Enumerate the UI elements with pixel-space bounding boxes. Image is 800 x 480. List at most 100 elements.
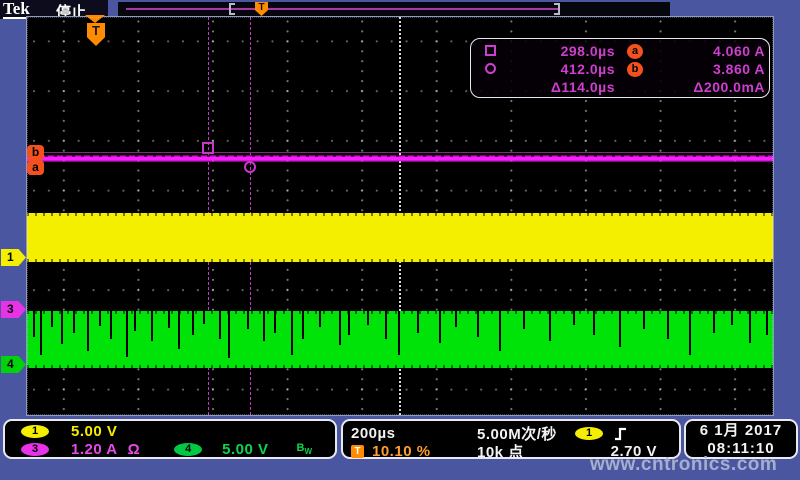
date-label: 6 1月 2017 (690, 422, 792, 440)
ch4-dropout-spike (643, 311, 645, 329)
ch4-dropout-spike (385, 311, 387, 339)
cursor-b-badge: b (627, 62, 643, 77)
cursor-readout-row-a: 298.0µs a 4.060 A (485, 42, 759, 60)
cursor-delta-time: Δ114.0µs (511, 79, 615, 95)
ch4-dropout-spike (477, 311, 479, 337)
ch4-dropout-spike (417, 311, 419, 333)
ch4-dropout-spike (667, 311, 669, 339)
record-length: 10k 点 (477, 441, 575, 462)
ch4-dropout-spike (302, 311, 304, 339)
ch4-dropout-spike (749, 311, 751, 343)
ch3-badge[interactable]: 3 (21, 443, 49, 456)
timebase-row: 200µs 5.00M次/秒 1 (351, 423, 671, 440)
trigger-position: 10.10 % (372, 443, 431, 460)
cursor-readout-row-delta: Δ114.0µs Δ200.0mA (485, 78, 759, 96)
ch1-zero-marker[interactable]: 1 (1, 249, 26, 266)
ch4-scale: 5.00 V (222, 441, 268, 458)
graticule: T b a 298.0µs a 4.060 A 412.0µs b 3.860 … (27, 17, 773, 415)
trigger-position-flag-icon[interactable]: T (87, 23, 105, 46)
ch3-trace-envelope (27, 152, 773, 153)
ch4-dropout-spike (274, 311, 276, 333)
ch1-scale-row: 1 5.00 V (13, 423, 327, 440)
record-view-bar: T (118, 2, 670, 16)
ch3-ch4-scale-row: 3 1.20 A Ω 4 5.00 V BW (13, 441, 327, 458)
cursor-b-time: 412.0µs (511, 61, 615, 77)
ch4-dropout-spike (549, 311, 551, 341)
ch1-waveform-band (27, 213, 773, 262)
datetime-box: 6 1月 2017 08:11:10 (684, 419, 798, 459)
cursor-a-value: 4.060 A (651, 43, 765, 59)
ch4-dropout-spike (398, 311, 400, 355)
ch4-dropout-spike (339, 311, 341, 345)
ch1-scale: 5.00 V (71, 423, 117, 440)
channel-scale-box: 1 5.00 V 3 1.20 A Ω 4 5.00 V BW (3, 419, 337, 459)
ch3-scale: 1.20 A (71, 441, 118, 458)
trigger-flag-record-icon: T (255, 2, 268, 16)
square-cursor-icon (485, 45, 496, 56)
cursor-a-square-marker-icon (202, 142, 214, 154)
ch4-dropout-spike (51, 311, 53, 327)
ch4-dropout-spike (192, 311, 194, 335)
cursor-readout-row-b: 412.0µs b 3.860 A (485, 60, 759, 78)
window-bracket-right (554, 3, 560, 15)
ch4-dropout-spike (73, 311, 75, 333)
ch4-dropout-spike (766, 311, 768, 335)
ch3-current-trace (27, 155, 773, 162)
ch4-dropout-spike (263, 311, 265, 341)
ch4-dropout-spike (499, 311, 501, 351)
ch4-dropout-spike (455, 311, 457, 327)
ch4-dropout-spike (168, 311, 170, 328)
cursor-delta-value: Δ200.0mA (651, 79, 765, 95)
trigger-position-icon: T (351, 445, 364, 458)
ch4-dropout-spike (713, 311, 715, 333)
ch4-dropout-spike (219, 311, 221, 339)
cursor-readout-panel: 298.0µs a 4.060 A 412.0µs b 3.860 A Δ114… (470, 38, 770, 98)
ch4-dropout-spike (110, 311, 112, 339)
ch4-dropout-spike (33, 311, 35, 337)
ch4-dropout-spike (439, 311, 441, 343)
cursor-b-value: 3.860 A (651, 61, 765, 77)
watermark: www.cntronics.com (590, 454, 777, 476)
cursor-a-badge: a (627, 44, 643, 59)
ch3-coupling: Ω (128, 441, 141, 458)
cursor-b-level-badge: b (27, 145, 44, 160)
ch4-dropout-spike (87, 311, 89, 351)
ch4-dropout-spike (99, 311, 101, 326)
trigger-source-badge[interactable]: 1 (575, 427, 603, 440)
ch4-dropout-spike (319, 311, 321, 327)
ch4-dropout-spike (689, 311, 691, 355)
ch4-dropout-spike (228, 311, 230, 358)
ch4-dropout-spike (61, 311, 63, 344)
ch1-badge[interactable]: 1 (21, 425, 49, 438)
window-bracket-left (229, 3, 235, 15)
oscilloscope-screen: Tek 停止 T T b a 298.0µs a 4.060 (0, 0, 800, 480)
ch4-dropout-spike (367, 311, 369, 325)
ch4-dropout-spike (291, 311, 293, 355)
ch4-badge[interactable]: 4 (174, 443, 202, 456)
ch4-dropout-spike (573, 311, 575, 325)
circle-cursor-icon (485, 63, 496, 74)
ch4-dropout-spike (151, 311, 153, 341)
bandwidth-limit-icon: BW (297, 442, 313, 456)
timebase: 200µs (351, 425, 477, 442)
ch4-zero-marker[interactable]: 4 (1, 356, 26, 373)
ch4-dropout-spike (619, 311, 621, 347)
ch4-dropout-spike (40, 311, 42, 355)
record-waveform-line (126, 8, 560, 10)
ch4-dropout-spike (523, 311, 525, 329)
ch4-dropout-spike (593, 311, 595, 335)
trigger-position-triangle-icon[interactable] (85, 15, 105, 23)
ch4-waveform-band (27, 311, 773, 368)
trigger-slope-icon (613, 426, 628, 442)
ch4-dropout-spike (134, 311, 136, 331)
ch4-dropout-spike (731, 311, 733, 325)
ch4-dropout-spike (247, 311, 249, 329)
ch4-dropout-spike (203, 311, 205, 324)
cursor-b-circle-marker-icon (244, 161, 256, 173)
ch4-dropout-spike (348, 311, 350, 335)
cursor-a-level-badge: a (27, 160, 44, 175)
ch4-dropout-spike (126, 311, 128, 357)
horizontal-trigger-box: 200µs 5.00M次/秒 1 T 10.10 % 10k 点 2.70 V (341, 419, 681, 459)
ch3-zero-marker[interactable]: 3 (1, 301, 26, 318)
ch4-dropout-spike (178, 311, 180, 349)
